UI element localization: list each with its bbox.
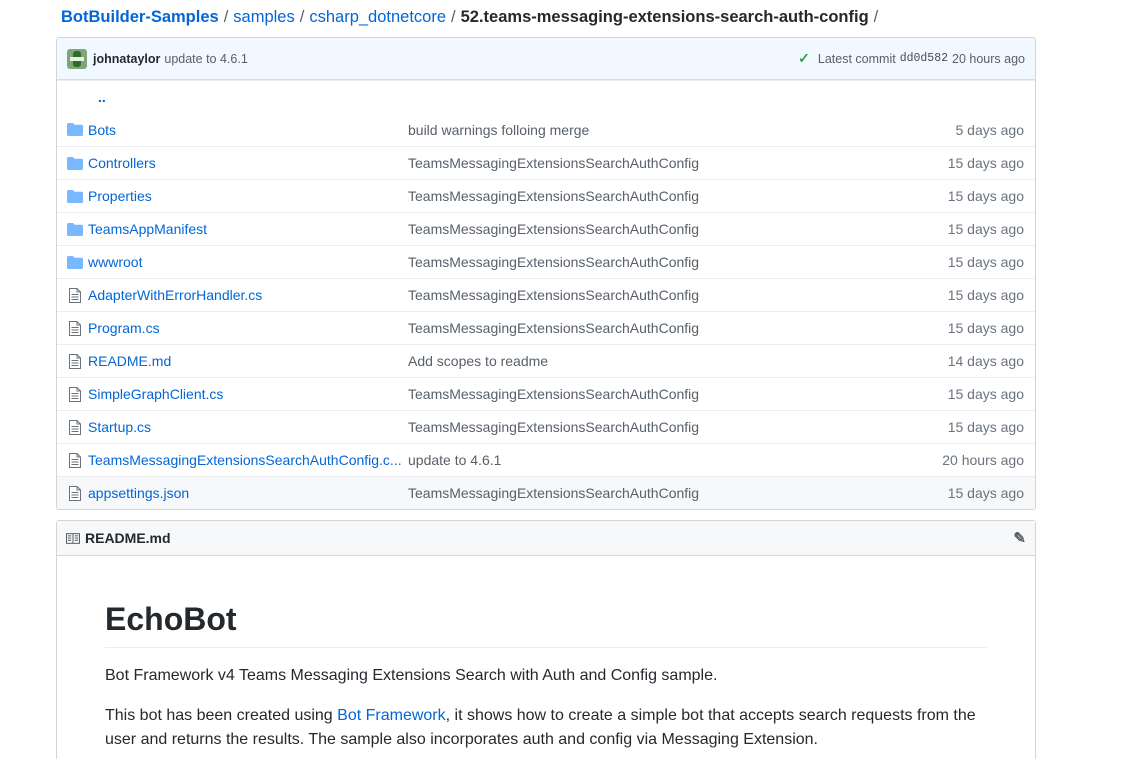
- file-icon: [66, 419, 83, 435]
- folder-icon: [66, 222, 83, 236]
- file-icon: [66, 485, 83, 501]
- file-row: Program.cs TeamsMessagingExtensionsSearch…: [57, 311, 1035, 344]
- file-age: 5 days ago: [955, 121, 1025, 138]
- commit-message-link[interactable]: TeamsMessagingExtensionsSearchAuthConfig: [408, 254, 858, 270]
- breadcrumb-separator: /: [873, 8, 879, 26]
- file-row: wwwroot TeamsMessagingExtensionsSearchAut…: [57, 245, 1035, 278]
- commit-meta: ✓ Latest commit dd0d582 20 hours ago: [798, 50, 1025, 67]
- readme-paragraph-1: Bot Framework v4 Teams Messaging Extensi…: [105, 667, 718, 684]
- file-row: Startup.cs TeamsMessagingExtensionsSearch…: [57, 410, 1035, 443]
- file-icon: [66, 452, 83, 468]
- file-icon: [66, 353, 83, 369]
- file-row: Bots build warnings folloing merge 5 days …: [57, 113, 1035, 146]
- file-row: appsettings.json TeamsMessagingExtensions…: [57, 476, 1035, 509]
- parent-directory-row: ..: [57, 80, 1035, 113]
- commit-message-link[interactable]: TeamsMessagingExtensionsSearchAuthConfig: [408, 155, 858, 171]
- file-age: 14 days ago: [947, 353, 1024, 369]
- file-row: TeamsMessagingExtensionsSearchAuthConfig…: [57, 443, 1035, 476]
- commit-age: 20 hours ago: [952, 51, 1025, 66]
- file-link[interactable]: Startup.cs: [88, 419, 408, 435]
- file-icon: [66, 320, 83, 336]
- edit-pencil-icon[interactable]: ✎: [1013, 529, 1026, 547]
- file-age: 15 days ago: [947, 221, 1024, 237]
- latest-commit-label: Latest commit: [817, 51, 896, 66]
- file-age: 15 days ago: [947, 188, 1024, 204]
- folder-icon: [66, 123, 83, 136]
- folder-link[interactable]: Controllers: [88, 155, 408, 171]
- breadcrumb-separator: /: [299, 8, 305, 26]
- commit-message-link[interactable]: TeamsMessagingExtensionsSearchAuthConfig: [408, 221, 858, 237]
- folder-icon: [66, 189, 83, 203]
- file-link[interactable]: AdapterWithErrorHandler.cs: [88, 287, 408, 303]
- file-icon: [66, 386, 83, 402]
- file-age: 15 days ago: [947, 155, 1024, 171]
- check-icon: ✓: [798, 50, 810, 66]
- commit-message-link[interactable]: TeamsMessagingExtensionsSearchAuthConfig: [408, 188, 858, 204]
- commit-message-link[interactable]: TeamsMessagingExtensionsSearchAuthConfig: [408, 287, 858, 303]
- folder-link[interactable]: TeamsAppManifest: [88, 221, 408, 237]
- file-age: 15 days ago: [947, 320, 1024, 336]
- file-row: Properties TeamsMessagingExtensionsSearch…: [57, 179, 1035, 212]
- breadcrumb-current: 52.teams-messaging-extensions-search-aut…: [460, 8, 869, 26]
- file-age: 15 days ago: [947, 419, 1024, 435]
- file-link[interactable]: Program.cs: [88, 320, 408, 336]
- commit-message-link[interactable]: TeamsMessagingExtensionsSearchAuthConfig: [408, 320, 858, 336]
- book-icon: [66, 532, 80, 544]
- commit-author-link[interactable]: johnataylor: [93, 52, 160, 66]
- file-age: 20 hours ago: [942, 452, 1024, 468]
- file-link[interactable]: TeamsMessagingExtensionsSearchAuthConfig…: [88, 452, 408, 468]
- breadcrumb-csharp-link[interactable]: csharp_dotnetcore: [309, 8, 446, 26]
- file-age: 15 days ago: [947, 386, 1024, 402]
- readme-content: EchoBot Bot Framework v4 Teams Messaging…: [57, 599, 1035, 752]
- file-browser: johnataylor update to 4.6.1 ✓ Latest com…: [56, 37, 1036, 510]
- commit-message-link[interactable]: TeamsMessagingExtensionsSearchAuthConfig: [408, 419, 858, 435]
- readme-title: EchoBot: [105, 599, 987, 648]
- file-icon: [66, 287, 83, 303]
- file-row: AdapterWithErrorHandler.cs TeamsMessaging…: [57, 278, 1035, 311]
- commit-message-link[interactable]: TeamsMessagingExtensionsSearchAuthConfig: [408, 386, 858, 402]
- file-link[interactable]: README.md: [88, 353, 408, 369]
- folder-link[interactable]: Bots: [88, 122, 408, 138]
- file-age: 15 days ago: [947, 485, 1024, 501]
- commit-message-link[interactable]: Add scopes to readme: [408, 353, 858, 369]
- file-age: 15 days ago: [947, 287, 1024, 303]
- file-row: TeamsAppManifest TeamsMessagingExtensions…: [57, 212, 1035, 245]
- avatar[interactable]: [67, 48, 87, 69]
- breadcrumb-separator: /: [451, 8, 456, 26]
- readme-header: README.md ✎: [57, 521, 1035, 556]
- folder-icon: [66, 156, 83, 170]
- file-row: SimpleGraphClient.cs TeamsMessagingExtens…: [57, 377, 1035, 410]
- file-age: 15 days ago: [947, 254, 1024, 270]
- commit-message-link[interactable]: TeamsMessagingExtensionsSearchAuthConfig: [408, 485, 858, 501]
- commit-message-link[interactable]: update to 4.6.1: [408, 452, 858, 468]
- breadcrumb-separator: /: [223, 8, 229, 26]
- bot-framework-link[interactable]: Bot Framework: [337, 707, 445, 724]
- commit-message-link[interactable]: build warnings folloing merge: [408, 122, 858, 138]
- commit-sha-link[interactable]: dd0d582: [900, 52, 948, 65]
- file-link[interactable]: appsettings.json: [88, 485, 408, 501]
- breadcrumb: BotBuilder-Samples / samples / csharp_dotnet…: [61, 6, 883, 28]
- commit-message-link[interactable]: update to 4.6.1: [164, 52, 247, 66]
- breadcrumb-repo-link[interactable]: BotBuilder-Samples: [61, 8, 219, 26]
- parent-directory-link[interactable]: ..: [98, 89, 106, 105]
- breadcrumb-samples-link[interactable]: samples: [233, 8, 294, 26]
- folder-link[interactable]: Properties: [88, 188, 408, 204]
- folder-link[interactable]: wwwroot: [88, 254, 408, 270]
- file-row: Controllers TeamsMessagingExtensionsSearc…: [57, 146, 1035, 179]
- readme-filename: README.md: [85, 530, 171, 546]
- readme-paragraph-2: This bot has been created using Bot Fram…: [105, 707, 976, 748]
- latest-commit-bar: johnataylor update to 4.6.1 ✓ Latest com…: [57, 38, 1035, 80]
- file-row: README.md Add scopes to readme 14 days ago: [57, 344, 1035, 377]
- file-link[interactable]: SimpleGraphClient.cs: [88, 386, 408, 402]
- folder-icon: [66, 255, 83, 269]
- readme-panel: README.md ✎ EchoBot Bot Framework v4 Tea…: [56, 520, 1036, 759]
